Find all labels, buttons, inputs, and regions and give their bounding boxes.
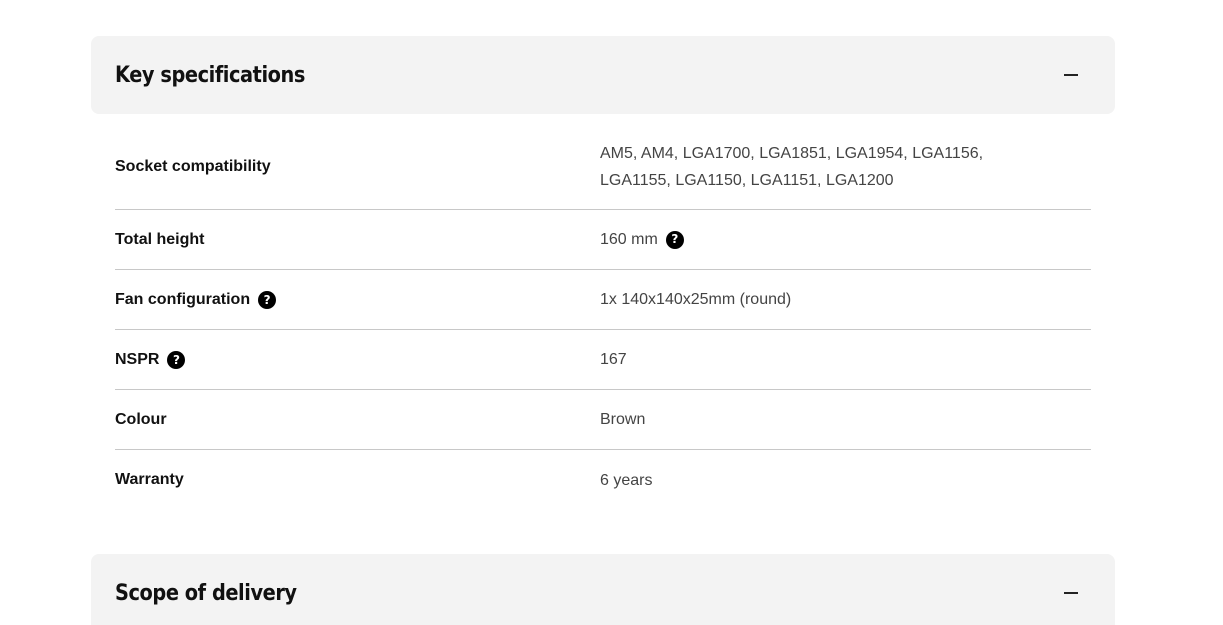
spec-row-socket-compatibility: Socket compatibility AM5, AM4, LGA1700, …	[115, 124, 1091, 210]
spec-label-text: Socket compatibility	[115, 157, 271, 175]
spec-label: Colour	[115, 411, 600, 429]
help-icon[interactable]: ?	[167, 350, 186, 369]
spec-row-warranty: Warranty 6 years	[115, 450, 1091, 510]
spec-value-text: 167	[600, 351, 627, 368]
section-title: Key specifications	[115, 62, 305, 88]
spec-value: 160 mm ?	[600, 226, 1091, 253]
spec-label-text: Warranty	[115, 471, 184, 488]
spec-label-text: Colour	[115, 410, 167, 428]
spec-value: Brown	[600, 406, 1091, 433]
spec-label: Fan configuration ?	[115, 290, 600, 309]
spec-label-text: NSPR	[115, 350, 160, 368]
page: Key specifications Socket compatibility …	[0, 0, 1223, 625]
spec-label-text: Fan configuration	[115, 290, 251, 308]
spec-value-text: Brown	[600, 411, 646, 428]
spec-row-total-height: Total height 160 mm ?	[115, 210, 1091, 270]
section-title: Scope of delivery	[115, 580, 297, 606]
help-icon[interactable]: ?	[258, 290, 277, 309]
spec-value: AM5, AM4, LGA1700, LGA1851, LGA1954, LGA…	[600, 140, 1091, 194]
accordion-header-scope-of-delivery[interactable]: Scope of delivery	[91, 554, 1115, 625]
spec-row-nspr: NSPR ? 167	[115, 330, 1091, 390]
spec-value-text: 6 years	[600, 471, 653, 489]
spec-table: Socket compatibility AM5, AM4, LGA1700, …	[115, 124, 1091, 510]
spec-label: Total height	[115, 231, 600, 249]
accordion-header-key-specifications[interactable]: Key specifications	[91, 36, 1115, 114]
spec-label: Warranty	[115, 471, 600, 489]
minus-icon[interactable]	[1063, 585, 1079, 601]
spec-label: Socket compatibility	[115, 158, 600, 176]
spec-row-fan-configuration: Fan configuration ? 1x 140x140x25mm (rou…	[115, 270, 1091, 330]
spec-value-text: 1x 140x140x25mm (round)	[600, 291, 792, 308]
spec-value-text: AM5, AM4, LGA1700, LGA1851, LGA1954, LGA…	[600, 144, 984, 189]
spec-label-text: Total height	[115, 230, 205, 248]
spec-row-colour: Colour Brown	[115, 390, 1091, 450]
spec-label: NSPR ?	[115, 350, 600, 369]
help-icon[interactable]: ?	[665, 230, 684, 249]
spec-value: 1x 140x140x25mm (round)	[600, 286, 1091, 313]
spec-value: 6 years	[600, 467, 1091, 494]
spec-value: 167	[600, 346, 1091, 373]
minus-icon[interactable]	[1063, 67, 1079, 83]
spec-value-text: 160 mm	[600, 231, 658, 248]
